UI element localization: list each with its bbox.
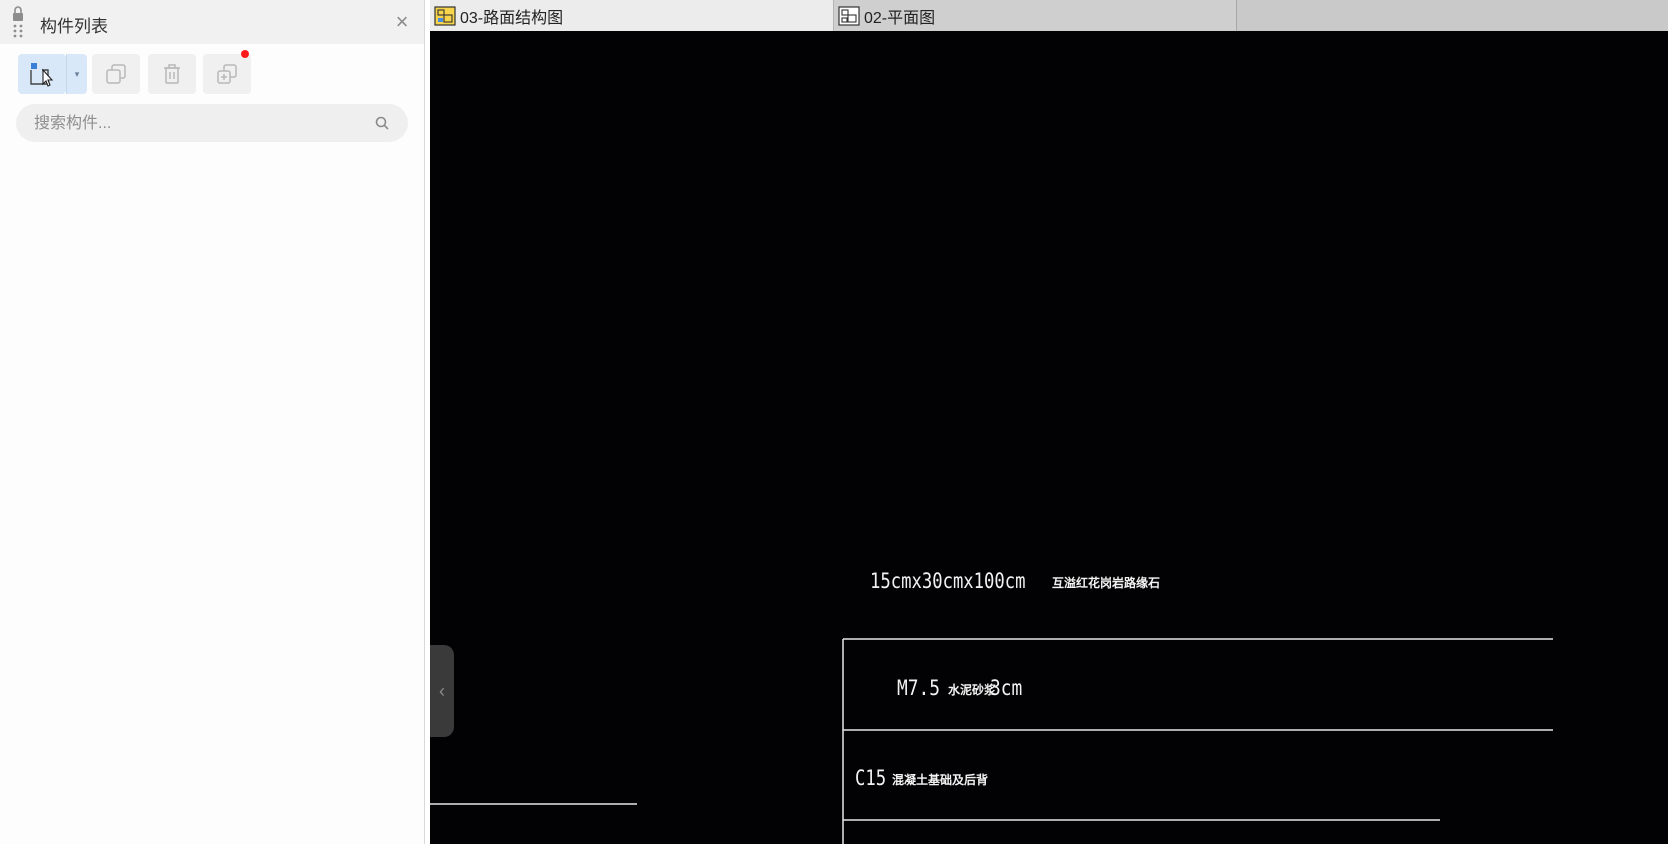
mortar-grade-label: M7.5 [897, 676, 940, 700]
drawing-tabbar: 03-路面结构图 02-平面图 [430, 0, 1668, 31]
search-input[interactable] [32, 104, 366, 144]
panel-collapse-handle[interactable]: ‹ [430, 645, 454, 737]
panel-title: 构件列表 [40, 17, 108, 36]
tab-label: 03-路面结构图 [460, 9, 564, 27]
cad-linework [430, 638, 1553, 844]
concrete-grade-label: C15 [855, 766, 887, 790]
new-component-dropdown[interactable]: ▾ [66, 54, 87, 94]
tab-label: 02-平面图 [864, 9, 936, 27]
component-list-panel: 构件列表 × ▾ [0, 0, 425, 844]
chevron-left-icon: ‹ [439, 680, 445, 701]
search-box [16, 104, 408, 144]
panel-header: 构件列表 × [0, 0, 424, 44]
copy-component-button[interactable] [92, 54, 140, 94]
close-icon[interactable]: × [392, 11, 412, 33]
notification-dot [241, 50, 249, 58]
drawing-icon [838, 5, 860, 26]
delete-component-button[interactable] [148, 54, 196, 94]
layer-copy-icon [217, 64, 237, 84]
mortar-thickness-label: 3cm [990, 676, 1023, 700]
concrete-material-label: 混凝土基础及后背 [892, 773, 989, 787]
new-component-button[interactable] [18, 54, 66, 94]
layer-copy-button[interactable] [203, 54, 251, 94]
curb-dimension-label: 15cmx30cmx100cm [870, 569, 1026, 593]
trash-icon [164, 64, 180, 84]
new-component-icon [30, 63, 54, 87]
drawing-icon [434, 5, 456, 26]
curb-material-label: 互溢红花岗岩路缘石 [1052, 576, 1161, 590]
tab-road-structure[interactable]: 03-路面结构图 [430, 0, 834, 31]
drawing-canvas[interactable]: 15cmx30cmx100cm 互溢红花岗岩路缘石 M7.5 水泥砂浆 3cm … [430, 31, 1668, 844]
search-icon[interactable] [374, 115, 390, 131]
lock-drag-handle-icon[interactable] [10, 6, 26, 40]
copy-icon [106, 64, 126, 84]
mortar-material-label: 水泥砂浆 [948, 683, 997, 697]
tab-plan-view[interactable]: 02-平面图 [834, 0, 1237, 31]
